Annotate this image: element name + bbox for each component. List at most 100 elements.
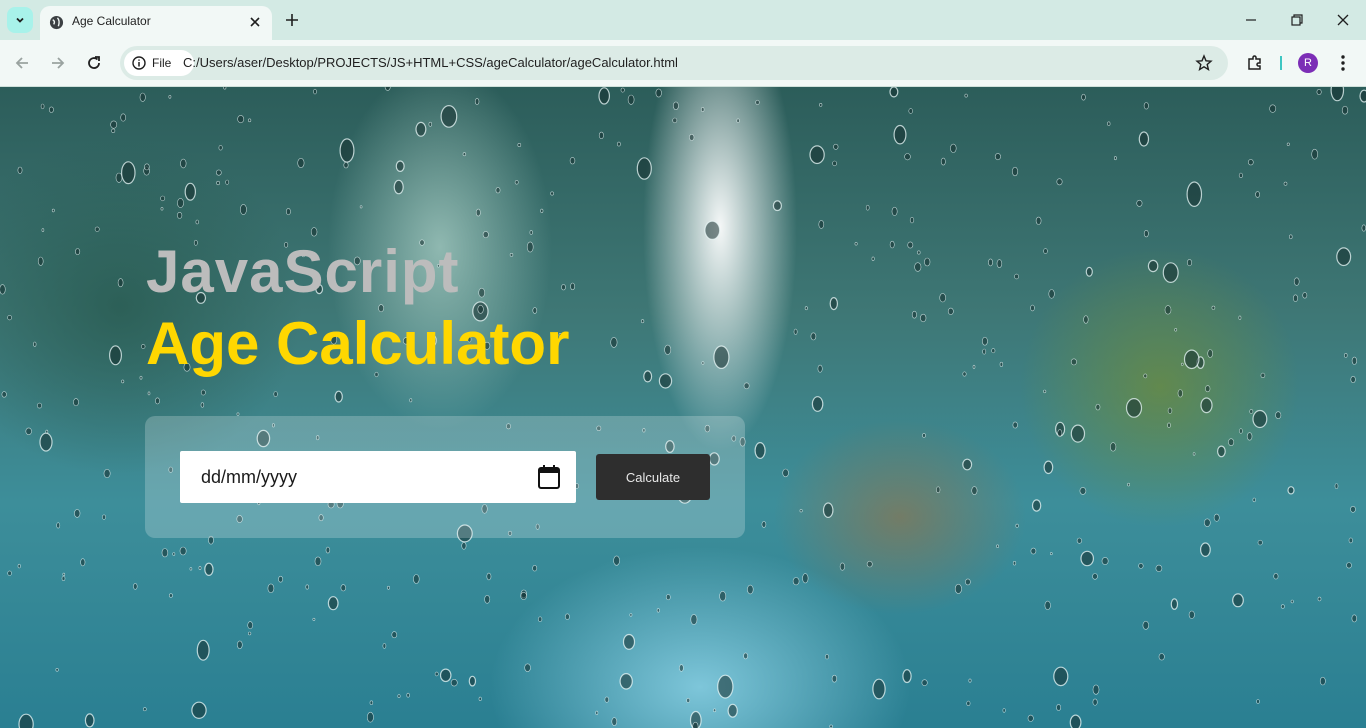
kebab-menu-icon[interactable] <box>1336 53 1350 73</box>
back-arrow-icon[interactable] <box>12 53 32 73</box>
raindrop <box>1273 573 1279 580</box>
raindrop <box>1330 87 1345 102</box>
raindrop <box>537 616 543 622</box>
raindrop <box>743 652 748 660</box>
raindrop <box>550 191 554 196</box>
raindrop <box>704 220 721 240</box>
raindrop <box>627 94 635 105</box>
bookmark-star-icon[interactable] <box>1195 54 1213 72</box>
raindrop <box>1136 199 1143 207</box>
raindrop <box>196 639 210 661</box>
raindrop <box>1249 409 1254 414</box>
raindrop <box>161 548 169 558</box>
raindrop <box>478 287 486 298</box>
raindrop <box>1316 88 1322 96</box>
raindrop <box>1125 398 1143 418</box>
raindrop <box>1252 409 1268 429</box>
raindrop <box>334 390 343 403</box>
raindrop <box>1199 542 1211 557</box>
raindrop <box>911 310 917 319</box>
raindrop <box>177 211 183 219</box>
raindrop <box>1283 181 1288 186</box>
raindrop <box>939 293 947 303</box>
raindrop <box>1048 289 1055 299</box>
raindrop <box>1351 614 1358 623</box>
raindrop <box>36 402 42 409</box>
raindrop <box>1143 102 1149 110</box>
tab-search-button[interactable] <box>7 7 33 33</box>
raindrop <box>409 398 413 403</box>
raindrop <box>736 118 740 123</box>
raindrop <box>41 228 45 232</box>
raindrop <box>604 696 609 703</box>
forward-arrow-icon[interactable] <box>48 53 68 73</box>
raindrop <box>139 92 146 102</box>
raindrop <box>832 160 837 167</box>
raindrop <box>51 208 55 213</box>
calculate-button[interactable]: Calculate <box>596 454 710 500</box>
raindrop <box>636 157 652 180</box>
raindrop <box>831 674 838 683</box>
raindrop <box>121 161 136 185</box>
raindrop <box>369 700 374 705</box>
raindrop <box>1044 600 1051 611</box>
minimize-icon[interactable] <box>1243 12 1259 28</box>
raindrop <box>904 153 911 161</box>
extensions-puzzle-icon[interactable] <box>1245 53 1265 73</box>
raindrop <box>672 117 678 124</box>
close-tab-icon[interactable] <box>248 15 262 29</box>
raindrop <box>809 145 825 165</box>
raindrop <box>902 669 912 684</box>
raindrop <box>804 306 808 311</box>
raindrop <box>1085 266 1093 277</box>
raindrop <box>1031 499 1042 512</box>
raindrop <box>478 696 482 702</box>
raindrop <box>144 163 150 171</box>
raindrop <box>198 565 202 570</box>
raindrop <box>936 486 941 494</box>
raindrop <box>189 567 193 571</box>
raindrop <box>917 250 921 255</box>
raindrop <box>339 138 355 163</box>
raindrop <box>1083 315 1089 324</box>
raindrop <box>1260 372 1266 379</box>
address-bar[interactable]: File C:/Users/aser/Desktop/PROJECTS/JS+H… <box>120 46 1228 80</box>
raindrop <box>1204 518 1211 527</box>
raindrop <box>1350 505 1356 513</box>
raindrop <box>1081 93 1086 101</box>
raindrop <box>1167 407 1173 414</box>
raindrop <box>658 373 673 389</box>
new-tab-plus-icon[interactable] <box>283 11 301 29</box>
raindrop <box>996 544 1000 548</box>
raindrop <box>965 578 971 586</box>
raindrop <box>692 721 699 728</box>
raindrop <box>1275 411 1282 420</box>
raindrop <box>793 328 798 335</box>
raindrop <box>1138 131 1150 147</box>
raindrop <box>108 345 122 366</box>
raindrop <box>1095 403 1101 411</box>
raindrop <box>1200 397 1213 414</box>
raindrop <box>177 198 184 208</box>
raindrop <box>598 131 604 140</box>
raindrop <box>866 560 873 568</box>
calendar-icon[interactable] <box>537 464 561 490</box>
raindrop <box>195 219 199 225</box>
raindrop <box>679 664 684 672</box>
raindrop <box>1015 523 1019 528</box>
raindrop <box>810 332 817 341</box>
raindrop <box>1170 598 1179 610</box>
restore-icon[interactable] <box>1289 12 1305 28</box>
raindrop <box>1030 304 1035 312</box>
url-text[interactable]: C:/Users/aser/Desktop/PROJECTS/JS+HTML+C… <box>183 55 678 70</box>
raindrop <box>611 717 618 726</box>
raindrop <box>143 707 147 712</box>
birthdate-input[interactable]: dd/mm/yyyy <box>180 451 576 503</box>
close-window-icon[interactable] <box>1335 12 1351 28</box>
raindrop <box>73 398 79 407</box>
raindrop <box>889 87 899 98</box>
tab-age-calculator[interactable]: Age Calculator <box>40 6 272 40</box>
profile-avatar[interactable]: R <box>1298 53 1318 73</box>
reload-icon[interactable] <box>84 53 104 73</box>
raindrop <box>305 584 309 590</box>
